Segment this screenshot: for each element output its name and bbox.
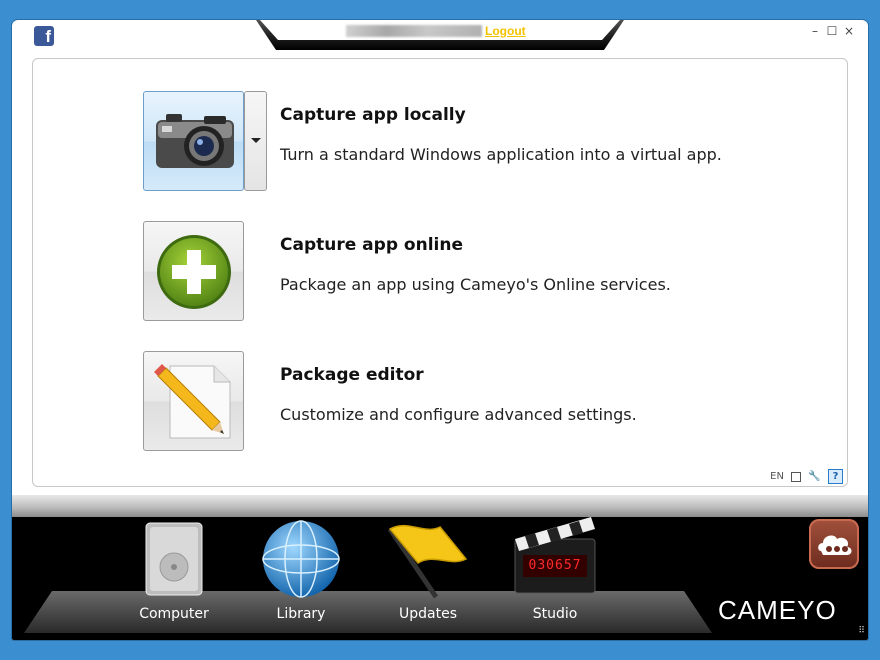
dock-item-library[interactable]: Library — [251, 515, 351, 630]
dock-label-updates: Updates — [399, 606, 457, 622]
dock-item-computer[interactable]: Computer — [124, 515, 224, 630]
capture-online-button[interactable] — [143, 221, 244, 321]
dock-label-computer: Computer — [139, 606, 209, 622]
dock-item-updates[interactable]: Updates — [378, 515, 478, 630]
pencil-document-icon — [154, 364, 231, 439]
plus-icon — [157, 235, 231, 309]
cloud-network-icon — [818, 535, 852, 555]
cameyo-logo: CAMEYO — [718, 595, 837, 625]
minimize-button[interactable]: – — [808, 24, 822, 38]
wrench-icon[interactable]: 🔧 — [808, 471, 820, 482]
dock-bar: Computer Library Updates 030657 Studio C… — [12, 495, 868, 640]
option-title-package-editor: Package editor — [280, 365, 424, 385]
logout-link[interactable]: Logout — [485, 24, 526, 38]
status-icons: EN 🔧 ? — [766, 469, 843, 485]
capture-options-dropdown[interactable] — [244, 91, 267, 191]
option-desc-package-editor: Customize and configure advanced setting… — [280, 405, 637, 424]
option-desc-capture-local: Turn a standard Windows application into… — [280, 145, 722, 164]
close-button[interactable]: × — [842, 24, 856, 38]
camera-icon — [156, 114, 234, 168]
window-icon[interactable] — [791, 471, 802, 482]
hard-drive-icon — [145, 522, 203, 596]
help-button[interactable]: ? — [828, 469, 843, 484]
dock-label-studio: Studio — [532, 606, 578, 622]
resize-grip[interactable]: ⠿ — [858, 626, 865, 636]
options-panel: Capture app locally Turn a standard Wind… — [32, 58, 848, 487]
username-redacted — [346, 25, 482, 37]
facebook-icon[interactable]: f — [34, 26, 54, 46]
language-selector[interactable]: EN — [770, 471, 784, 482]
chevron-down-icon — [251, 138, 261, 143]
maximize-button[interactable]: ☐ — [825, 24, 839, 38]
capture-local-button[interactable] — [143, 91, 244, 191]
option-title-capture-local: Capture app locally — [280, 105, 466, 125]
dock-item-studio[interactable]: 030657 Studio — [505, 515, 605, 630]
package-editor-button[interactable] — [143, 351, 244, 451]
option-title-capture-online: Capture app online — [280, 235, 463, 255]
cameyo-app-icon[interactable] — [809, 519, 859, 569]
account-bar: Logout — [256, 20, 624, 50]
option-desc-capture-online: Package an app using Cameyo's Online ser… — [280, 275, 671, 294]
clapper-counter: 030657 — [528, 558, 582, 573]
main-window: f Logout – ☐ × Capture app locally Turn … — [12, 20, 868, 640]
globe-icon — [262, 520, 340, 598]
dock-label-library: Library — [276, 606, 326, 622]
flag-icon — [387, 524, 468, 599]
